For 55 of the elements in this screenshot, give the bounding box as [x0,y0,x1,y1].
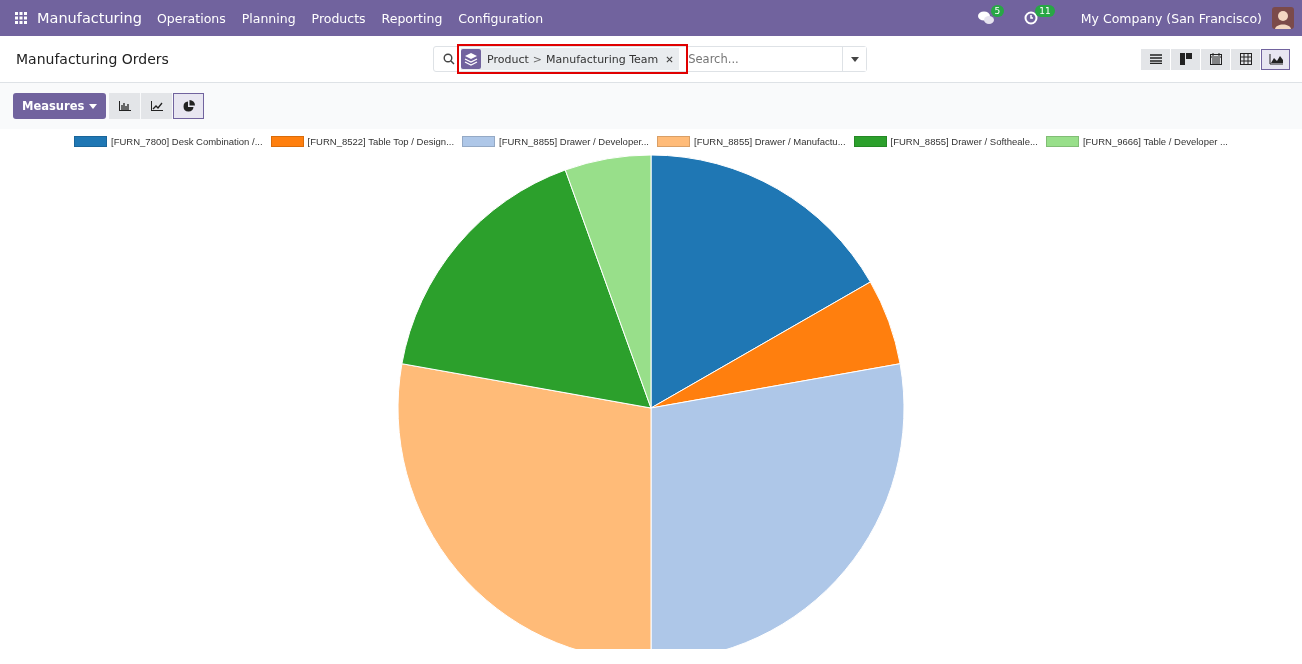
app-name[interactable]: Manufacturing [37,10,142,26]
page-title: Manufacturing Orders [16,51,170,67]
badge: 5 [990,5,1005,17]
avatar-icon[interactable] [1272,7,1294,29]
legend-swatch[interactable] [853,135,887,147]
area-chart-icon [1268,53,1283,65]
view-switch-button[interactable] [1261,48,1290,70]
legend-swatch[interactable] [74,135,108,147]
company-switcher[interactable]: My Company (San Francisco) [1080,10,1262,26]
legend-label[interactable]: [FURN_8855] Drawer / Softheale... [890,135,1038,147]
caret-icon [89,103,98,109]
legend-swatch[interactable] [462,135,496,147]
line-chart-icon [150,101,163,111]
search-options-button[interactable] [842,47,866,71]
close-icon[interactable] [666,55,674,63]
apps-menu-icon[interactable] [15,12,27,24]
filter-facet[interactable]: Product > Manufacturing Team [461,48,680,70]
pie-slice[interactable] [564,154,652,409]
pie-slice[interactable] [397,363,652,649]
menu-item[interactable]: Configuration [458,10,544,26]
facet-separator: > [532,52,542,66]
menu-item[interactable]: Products [311,10,366,26]
table-icon [1239,53,1252,65]
chat-bubbles-icon[interactable] [977,11,994,25]
bar-chart-icon [118,101,131,111]
pie-chart-icon [182,100,195,112]
legend-swatch[interactable] [270,135,304,147]
search-icon [443,53,455,65]
clock-icon[interactable] [1024,11,1039,25]
pie-slice[interactable] [650,363,905,649]
legend-label[interactable]: [FURN_8855] Drawer / Manufactu... [694,135,846,147]
legend-label[interactable]: [FURN_7800] Desk Combination /... [111,135,263,147]
chart-mode-button[interactable] [173,93,205,119]
search-field[interactable]: Product > Manufacturing Team Search... [433,46,867,72]
menu-item[interactable]: Planning [241,10,296,26]
legend-label[interactable]: [FURN_8855] Drawer / Developer... [499,135,649,147]
kanban-icon [1179,53,1192,65]
list-icon [1149,54,1162,64]
pie-slice[interactable] [650,154,871,409]
legend-swatch[interactable] [1045,135,1079,147]
legend-label[interactable]: [FURN_8522] Table Top / Design... [307,135,455,147]
search-input[interactable]: Search... [686,52,842,66]
pie-slice[interactable] [650,281,901,409]
menu-item[interactable]: Reporting [381,10,443,26]
legend-swatch[interactable] [657,135,690,147]
facet-label: Product [487,52,529,66]
badge: 11 [1035,5,1055,17]
facet-label: Manufacturing Team [546,52,659,66]
layers-icon [461,49,481,69]
menu-item[interactable]: Operations [157,10,226,26]
caret-icon [850,56,859,62]
pie-slice[interactable] [401,169,652,409]
legend-label[interactable]: [FURN_9666] Table / Developer ... [1082,135,1228,147]
measures-button[interactable]: Measures [13,93,107,119]
calendar-icon [1209,53,1222,65]
